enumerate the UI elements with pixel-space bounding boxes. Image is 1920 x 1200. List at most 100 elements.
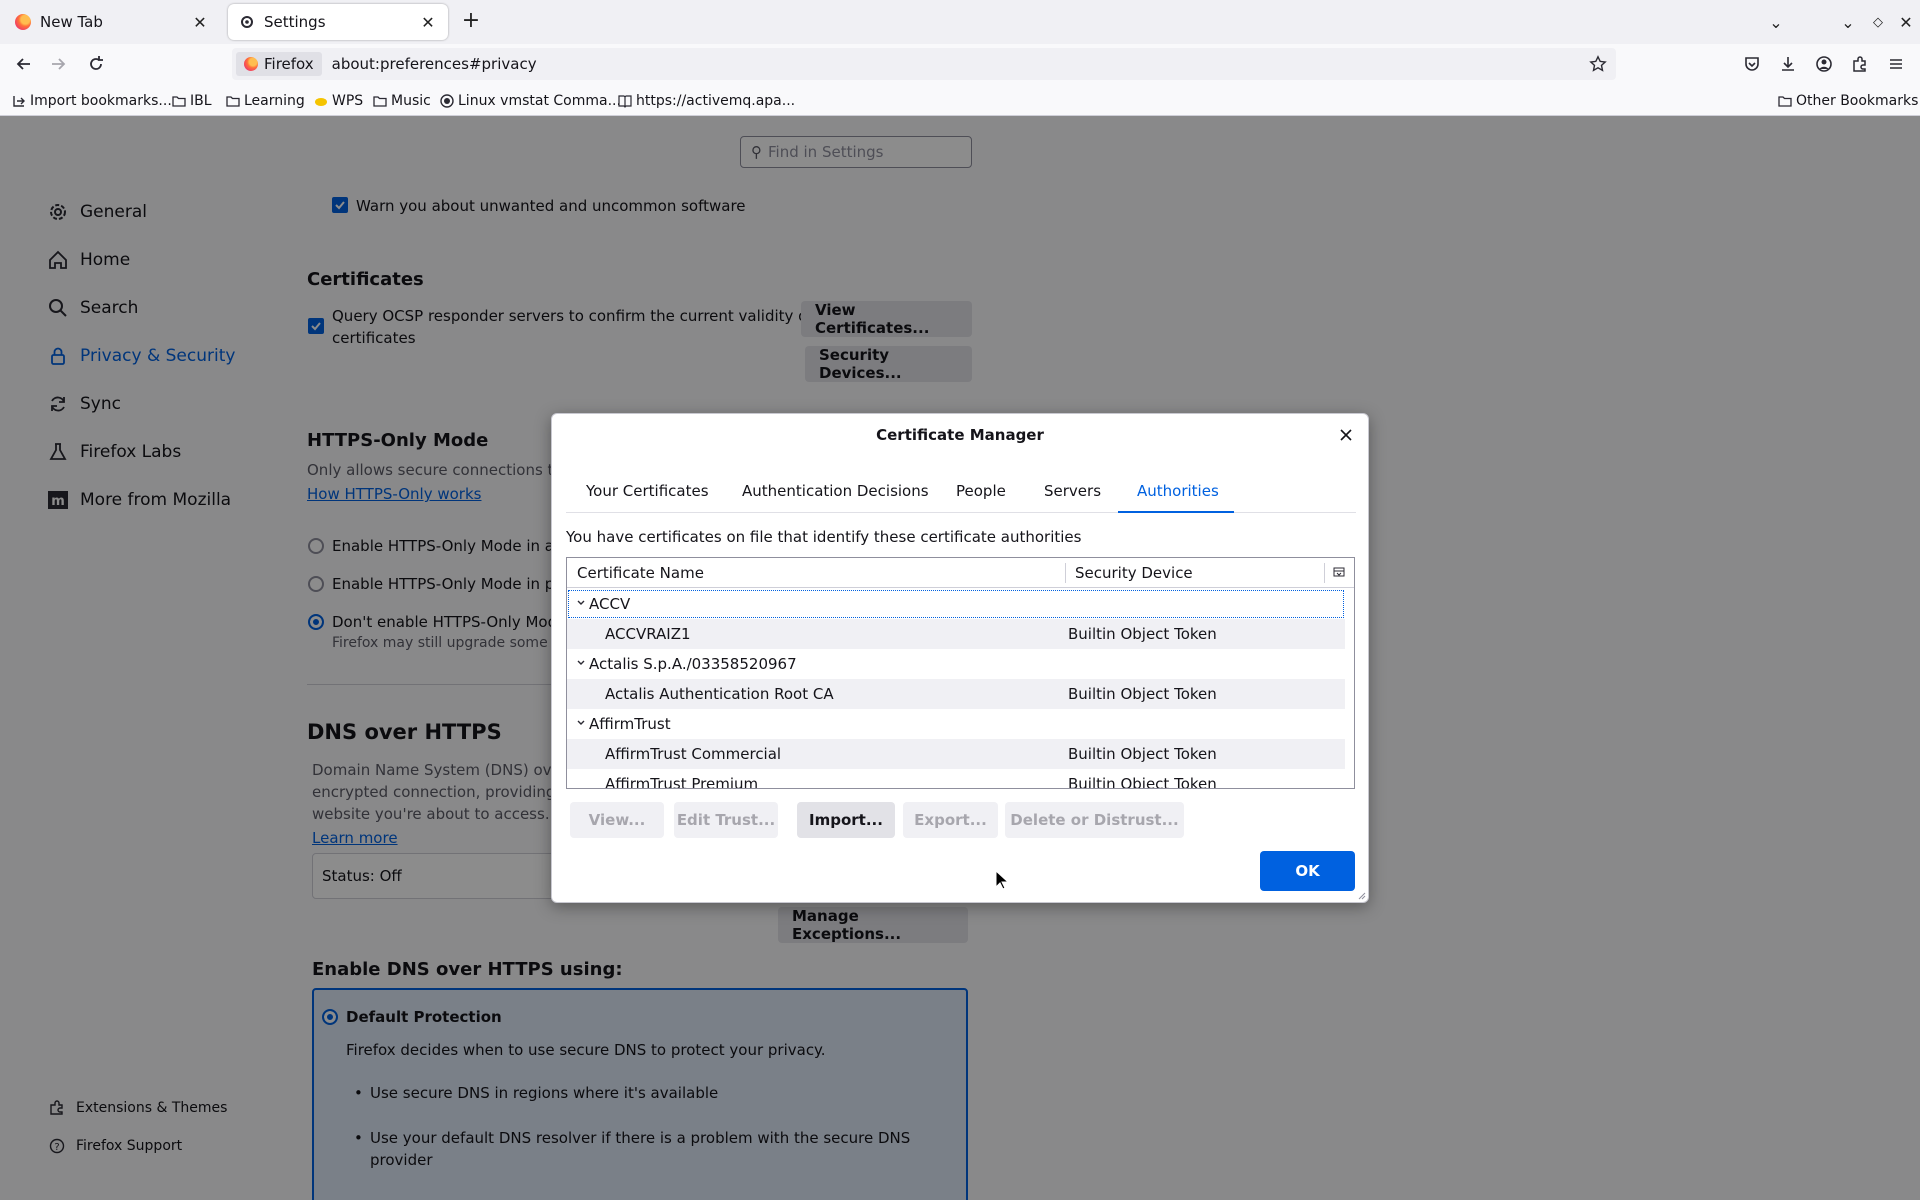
site-icon <box>440 94 454 108</box>
tree-row-cert[interactable]: ACCVRAIZ1 Builtin Object Token <box>567 619 1345 649</box>
mouse-cursor-icon <box>995 870 1009 890</box>
close-tab-icon[interactable]: ✕ <box>190 12 210 32</box>
gear-icon <box>238 13 256 31</box>
bookmark-activemq[interactable]: https://activemq.apa... <box>618 91 795 111</box>
ok-button[interactable]: OK <box>1260 851 1355 891</box>
url-text[interactable]: about:preferences#privacy <box>332 55 537 73</box>
cert-device: Builtin Object Token <box>1068 775 1217 789</box>
group-name: ACCV <box>589 595 631 613</box>
tab-new-tab[interactable]: New Tab ✕ <box>4 4 220 40</box>
column-separator[interactable] <box>1065 563 1066 583</box>
bookmark-folder-learning[interactable]: Learning <box>226 91 305 111</box>
identity-label: Firefox <box>264 55 314 73</box>
forward-icon[interactable] <box>44 50 72 78</box>
address-bar[interactable]: Firefox about:preferences#privacy <box>232 48 1616 80</box>
close-icon[interactable] <box>1334 423 1358 447</box>
column-picker-icon[interactable] <box>1332 565 1346 579</box>
bookmark-label: IBL <box>190 93 212 109</box>
tab-authorities[interactable]: Authorities <box>1137 482 1219 500</box>
bookmark-import[interactable]: Import bookmarks... <box>12 91 172 111</box>
tree-row-group[interactable]: Actalis S.p.A./03358520967 <box>567 649 1345 679</box>
tab-title: Settings <box>264 13 326 31</box>
view-button[interactable]: View... <box>570 802 664 838</box>
bookmark-folder-music[interactable]: Music <box>373 91 431 111</box>
bookmark-label: Other Bookmarks <box>1796 93 1919 109</box>
tab-people[interactable]: People <box>956 482 1006 500</box>
cert-device: Builtin Object Token <box>1068 625 1217 643</box>
column-certificate-name[interactable]: Certificate Name <box>577 564 704 582</box>
bookmark-star-icon[interactable] <box>1586 52 1610 76</box>
extensions-icon[interactable] <box>1846 50 1874 78</box>
chevron-down-icon[interactable] <box>575 657 587 669</box>
delete-or-distrust-button[interactable]: Delete or Distrust... <box>1005 802 1184 838</box>
tabs-divider <box>566 512 1356 513</box>
bookmark-label: Learning <box>244 93 305 109</box>
folder-icon <box>226 94 240 108</box>
certificate-tree[interactable]: Certificate Name Security Device ACCV AC… <box>566 557 1355 789</box>
certificate-manager-dialog: Certificate Manager Your Certificates Au… <box>551 413 1369 903</box>
new-tab-button[interactable]: + <box>459 10 483 34</box>
tree-header: Certificate Name Security Device <box>567 558 1354 588</box>
cert-name: ACCVRAIZ1 <box>605 625 691 643</box>
bookmark-wps[interactable]: WPS <box>314 91 363 111</box>
tab-authentication-decisions[interactable]: Authentication Decisions <box>742 482 929 500</box>
import-icon <box>12 94 26 108</box>
folder-icon <box>172 94 186 108</box>
selected-tab-indicator <box>1118 511 1234 513</box>
tab-settings[interactable]: Settings ✕ <box>228 4 448 40</box>
bookmark-folder-ibl[interactable]: IBL <box>172 91 212 111</box>
tab-servers[interactable]: Servers <box>1044 482 1101 500</box>
book-icon <box>618 94 632 108</box>
bookmark-label: https://activemq.apa... <box>636 93 796 109</box>
column-separator[interactable] <box>1324 563 1325 583</box>
chevron-down-icon[interactable] <box>575 717 587 729</box>
bookmark-label: Linux vmstat Comma... <box>458 93 621 109</box>
cert-name: AffirmTrust Premium <box>605 775 759 789</box>
maximize-icon[interactable]: ◇ <box>1866 10 1890 34</box>
list-all-tabs-icon[interactable]: ⌄ <box>1764 10 1788 34</box>
app-menu-icon[interactable] <box>1882 50 1910 78</box>
back-icon[interactable] <box>10 50 38 78</box>
downloads-icon[interactable] <box>1774 50 1802 78</box>
reload-icon[interactable] <box>82 50 110 78</box>
group-name: Actalis S.p.A./03358520967 <box>589 655 797 673</box>
cert-name: Actalis Authentication Root CA <box>605 685 834 703</box>
resize-grip-icon[interactable] <box>1356 890 1366 900</box>
other-bookmarks[interactable]: Other Bookmarks <box>1778 91 1918 111</box>
folder-icon <box>1778 94 1792 108</box>
tree-row-group[interactable]: AffirmTrust <box>567 709 1345 739</box>
account-icon[interactable] <box>1810 50 1838 78</box>
tree-row-cert[interactable]: AffirmTrust Premium Builtin Object Token <box>567 769 1345 789</box>
minimize-icon[interactable]: ⌄ <box>1836 10 1860 34</box>
close-window-icon[interactable]: ✕ <box>1894 10 1918 34</box>
bookmark-label: WPS <box>332 93 364 109</box>
edit-trust-button[interactable]: Edit Trust... <box>674 802 778 838</box>
pocket-icon[interactable] <box>1738 50 1766 78</box>
navigation-toolbar: Firefox about:preferences#privacy <box>0 44 1920 84</box>
import-button[interactable]: Import... <box>797 802 895 838</box>
chevron-down-icon[interactable] <box>575 597 587 609</box>
column-security-device[interactable]: Security Device <box>1075 564 1193 582</box>
bookmark-linux-vmstat[interactable]: Linux vmstat Comma... <box>440 91 621 111</box>
tab-strip: New Tab ✕ Settings ✕ + ⌄ ⌄ ◇ ✕ <box>0 0 1920 44</box>
bookmark-label: Import bookmarks... <box>30 93 172 109</box>
cert-name: AffirmTrust Commercial <box>605 745 782 763</box>
authorities-description: You have certificates on file that ident… <box>566 528 1082 546</box>
folder-icon <box>373 94 387 108</box>
tab-your-certificates[interactable]: Your Certificates <box>586 482 709 500</box>
tree-row-cert[interactable]: Actalis Authentication Root CA Builtin O… <box>567 679 1345 709</box>
dialog-title: Certificate Manager <box>876 426 1044 444</box>
tree-row-group[interactable]: ACCV <box>567 589 1345 619</box>
tab-title: New Tab <box>40 13 103 31</box>
wps-icon <box>314 94 328 108</box>
tree-row-cert[interactable]: AffirmTrust Commercial Builtin Object To… <box>567 739 1345 769</box>
bookmarks-toolbar: Import bookmarks... IBL Learning WPS Mus… <box>0 84 1920 116</box>
firefox-icon <box>244 57 258 71</box>
cert-device: Builtin Object Token <box>1068 685 1217 703</box>
close-tab-icon[interactable]: ✕ <box>418 12 438 32</box>
identity-box[interactable]: Firefox <box>236 52 322 76</box>
export-button[interactable]: Export... <box>903 802 998 838</box>
cert-device: Builtin Object Token <box>1068 745 1217 763</box>
group-name: AffirmTrust <box>589 715 671 733</box>
bookmark-label: Music <box>391 93 431 109</box>
